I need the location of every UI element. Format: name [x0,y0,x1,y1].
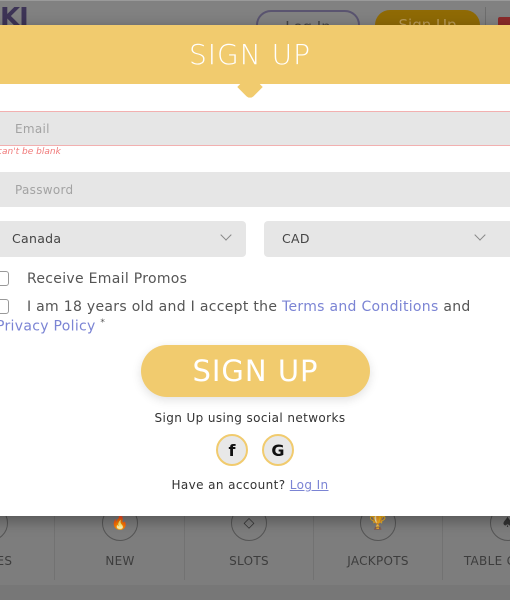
currency-value: CAD [282,231,310,246]
nav-item-games: GAMES [0,505,55,580]
modal-header: SIGN UP [0,25,510,84]
terms-link[interactable]: Terms and Conditions [282,299,439,315]
social-signup-text: Sign Up using social networks [154,411,346,425]
terms-prefix: I am 18 years old and I accept the [27,299,282,315]
google-button[interactable]: G [262,434,294,466]
password-input[interactable] [0,172,510,207]
promos-checkbox[interactable] [0,271,9,286]
promos-label: Receive Email Promos [27,271,188,287]
nav-label: JACKPOTS [347,554,409,568]
signup-submit-button[interactable]: SIGN UP [141,345,370,397]
chevron-down-icon [474,229,486,241]
email-input[interactable] [0,112,510,145]
chevron-down-icon [220,229,232,241]
signup-modal: SIGN UP can't be blank Canada CAD Receiv… [0,25,510,516]
have-account-line: Have an account? Log In [0,478,510,492]
nav-label: SLOTS [229,554,269,568]
terms-checkbox[interactable] [0,299,9,314]
currency-select[interactable]: CAD [264,221,510,257]
nav-label: NEW [105,554,135,568]
country-select[interactable]: Canada [0,221,246,257]
terms-middle: and [438,299,471,315]
terms-label: I am 18 years old and I accept the Terms… [27,299,471,315]
nav-item-slots: ◇ SLOTS [185,505,314,580]
privacy-line: Privacy Policy * [0,318,105,335]
nav-label: GAMES [0,554,13,568]
nav-label: TABLE GAMES [463,554,510,568]
required-mark: * [100,318,106,328]
nav-item-table-games: ♠ TABLE GAMES [443,505,510,580]
privacy-link[interactable]: Privacy Policy [0,319,96,335]
have-account-text: Have an account? [171,478,290,492]
country-value: Canada [12,231,62,246]
facebook-button[interactable]: f [216,434,248,466]
login-link[interactable]: Log In [290,478,329,492]
category-nav: GAMES 🔥 NEW ◇ SLOTS 🏆 JACKPOTS ♠ TABLE G… [0,505,510,585]
google-icon: G [271,440,285,460]
nav-item-jackpots: 🏆 JACKPOTS [314,505,443,580]
nav-item-new: 🔥 NEW [56,505,185,580]
email-error-message: can't be blank [0,147,61,157]
page-bottom-strip [0,585,510,600]
modal-title: SIGN UP [189,38,311,71]
email-field[interactable] [0,111,510,146]
facebook-icon: f [228,440,236,460]
password-field[interactable] [0,172,510,207]
